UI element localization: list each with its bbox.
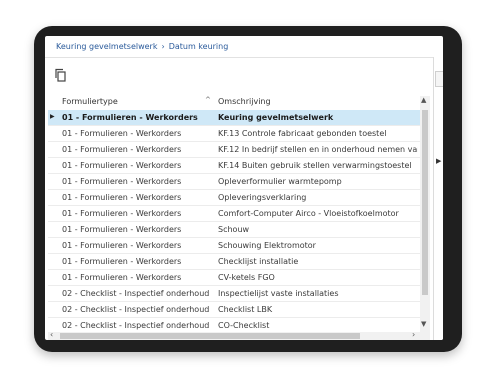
scroll-left-icon[interactable]: ‹ xyxy=(50,330,53,339)
table-row[interactable]: 01 - Formulieren - Werkorders KF.13 Contr… xyxy=(48,126,420,142)
sort-ascending-icon: ^ xyxy=(205,96,211,104)
table-row[interactable]: 01 - Formulieren - Werkorders Schouwing E… xyxy=(48,238,420,254)
breadcrumb-parent[interactable]: Keuring gevelmetselwerk xyxy=(56,42,157,51)
grid-rows: ▶ 01 - Formulieren - Werkorders Keuring ge… xyxy=(48,110,420,334)
cell-formuliertype: 01 - Formulieren - Werkorders xyxy=(62,225,182,234)
copy-button[interactable] xyxy=(54,67,68,82)
vertical-scroll-thumb[interactable] xyxy=(422,110,428,295)
cell-formuliertype: 01 - Formulieren - Werkorders xyxy=(62,273,182,282)
expand-arrow-icon[interactable]: ▶ xyxy=(436,157,441,165)
side-panel-tab[interactable] xyxy=(435,71,443,87)
cell-omschrijving: CO-Checklist xyxy=(218,321,270,330)
scroll-corner xyxy=(420,332,430,340)
cell-omschrijving: Inspectielijst vaste installaties xyxy=(218,289,339,298)
cell-omschrijving: Comfort-Computer Airco - Vloeistofkoelmo… xyxy=(218,209,399,218)
cell-formuliertype: 02 - Checklist - Inspectief onderhoud xyxy=(62,289,210,298)
cell-formuliertype: 01 - Formulieren - Werkorders xyxy=(62,113,198,122)
cell-omschrijving: KF.14 Buiten gebruik stellen verwarmings… xyxy=(218,161,412,170)
cell-formuliertype: 01 - Formulieren - Werkorders xyxy=(62,241,182,250)
cell-formuliertype: 02 - Checklist - Inspectief onderhoud xyxy=(62,305,210,314)
column-header-omschrijving[interactable]: Omschrijving xyxy=(218,97,271,106)
scroll-down-icon[interactable]: ▼ xyxy=(421,320,426,328)
grid-header: Formuliertype ^ Omschrijving xyxy=(48,96,420,109)
table-row[interactable]: 01 - Formulieren - Werkorders Comfort-Com… xyxy=(48,206,420,222)
row-indicator-icon: ▶ xyxy=(50,113,55,120)
table-row[interactable]: 02 - Checklist - Inspectief onderhoud Che… xyxy=(48,302,420,318)
cell-omschrijving: Opleveringsverklaring xyxy=(218,193,307,202)
cell-omschrijving: Opleverformulier warmtepomp xyxy=(218,177,342,186)
data-grid: Formuliertype ^ Omschrijving ▶ 01 - Formu… xyxy=(48,96,430,340)
cell-formuliertype: 01 - Formulieren - Werkorders xyxy=(62,129,182,138)
app-screen: Keuring gevelmetselwerk › Datum keuring ▶ … xyxy=(45,36,443,340)
cell-formuliertype: 01 - Formulieren - Werkorders xyxy=(62,193,182,202)
table-row[interactable]: 01 - Formulieren - Werkorders Opleverform… xyxy=(48,174,420,190)
horizontal-scroll-thumb[interactable] xyxy=(60,333,360,339)
table-row[interactable]: ▶ 01 - Formulieren - Werkorders Keuring ge… xyxy=(48,110,420,126)
vertical-scrollbar[interactable]: ▲ ▼ xyxy=(420,96,430,332)
cell-formuliertype: 01 - Formulieren - Werkorders xyxy=(62,145,182,154)
copy-icon xyxy=(55,68,66,82)
cell-formuliertype: 01 - Formulieren - Werkorders xyxy=(62,209,182,218)
breadcrumb: Keuring gevelmetselwerk › Datum keuring xyxy=(56,42,228,51)
cell-omschrijving: KF.13 Controle fabricaat gebonden toeste… xyxy=(218,129,387,138)
cell-omschrijving: KF.12 In bedrijf stellen en in onderhoud… xyxy=(218,145,418,154)
scroll-up-icon[interactable]: ▲ xyxy=(421,96,426,104)
table-row[interactable]: 01 - Formulieren - Werkorders KF.12 In be… xyxy=(48,142,420,158)
cell-formuliertype: 01 - Formulieren - Werkorders xyxy=(62,177,182,186)
side-panel: ▶ xyxy=(433,57,443,340)
column-header-formuliertype[interactable]: Formuliertype xyxy=(62,97,118,106)
cell-omschrijving: Schouwing Elektromotor xyxy=(218,241,316,250)
breadcrumb-separator: › xyxy=(161,42,165,51)
cell-formuliertype: 01 - Formulieren - Werkorders xyxy=(62,161,182,170)
cell-formuliertype: 02 - Checklist - Inspectief onderhoud xyxy=(62,321,210,330)
cell-formuliertype: 01 - Formulieren - Werkorders xyxy=(62,257,182,266)
cell-omschrijving: CV-ketels FGO xyxy=(218,273,275,282)
table-row[interactable]: 01 - Formulieren - Werkorders Schouw xyxy=(48,222,420,238)
table-row[interactable]: 02 - Checklist - Inspectief onderhoud Ins… xyxy=(48,286,420,302)
breadcrumb-current: Datum keuring xyxy=(168,42,229,51)
cell-omschrijving: Keuring gevelmetselwerk xyxy=(218,113,334,122)
table-row[interactable]: 01 - Formulieren - Werkorders KF.14 Buite… xyxy=(48,158,420,174)
cell-omschrijving: Schouw xyxy=(218,225,250,234)
table-row[interactable]: 01 - Formulieren - Werkorders CV-ketels F… xyxy=(48,270,420,286)
table-row[interactable]: 01 - Formulieren - Werkorders Opleverings… xyxy=(48,190,420,206)
table-row[interactable]: 01 - Formulieren - Werkorders Checklijst … xyxy=(48,254,420,270)
cell-omschrijving: Checklijst installatie xyxy=(218,257,299,266)
header-divider xyxy=(45,57,433,58)
horizontal-scrollbar[interactable]: ‹ › xyxy=(48,330,420,340)
scroll-right-icon[interactable]: › xyxy=(412,330,415,339)
cell-omschrijving: Checklist LBK xyxy=(218,305,273,314)
